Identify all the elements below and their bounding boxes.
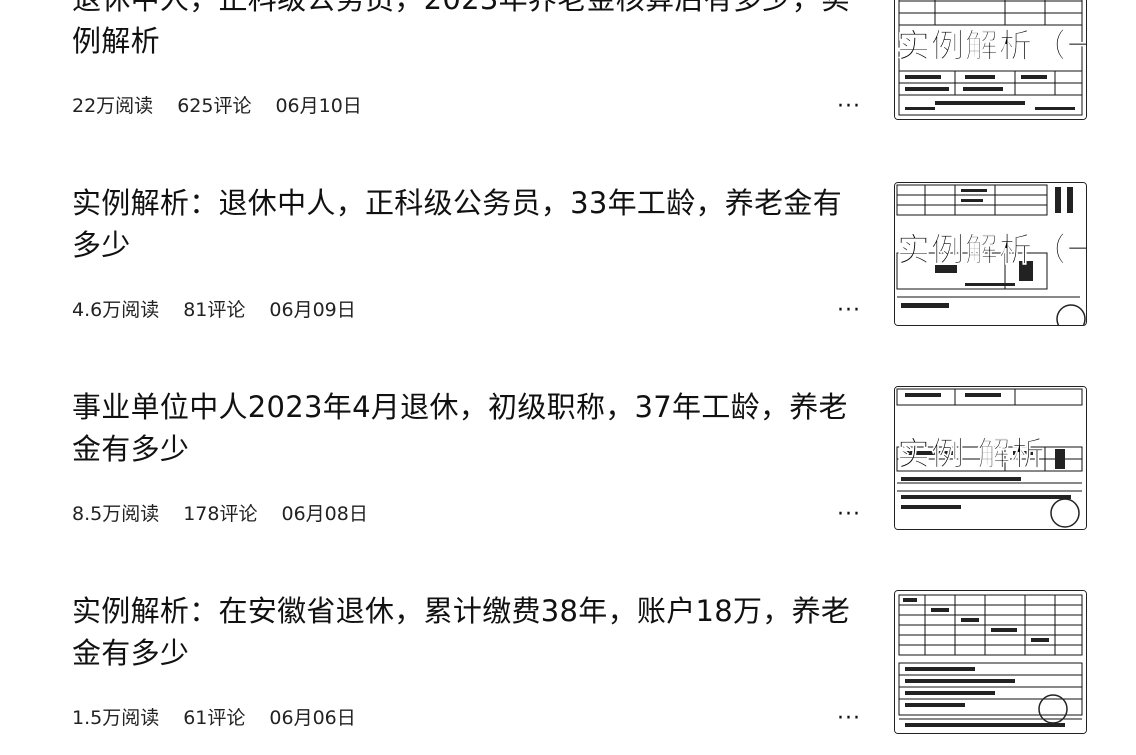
article-title[interactable]: 事业单位中人2023年4月退休，初级职称，37年工龄，养老金有多少 <box>72 386 862 470</box>
article-meta: 22万阅读 625评论 06月10日 <box>72 94 362 118</box>
publish-date: 06月09日 <box>269 299 356 321</box>
comment-count: 61评论 <box>183 707 246 729</box>
read-count: 1.5万阅读 <box>72 707 160 729</box>
article-title[interactable]: 实例解析：在安徽省退休，累计缴费38年，账户18万，养老金有多少 <box>72 590 862 674</box>
document-scan-image <box>895 591 1086 733</box>
publish-date: 06月06日 <box>269 707 356 729</box>
article-thumbnail[interactable]: 实例解析（一 <box>894 182 1087 326</box>
comment-count: 625评论 <box>177 95 252 117</box>
article-thumbnail[interactable]: 实例 解析 <box>894 386 1087 530</box>
article-thumbnail[interactable]: 实例解析（一 <box>894 0 1087 120</box>
article-meta: 4.6万阅读 81评论 06月09日 <box>72 298 356 322</box>
more-options-button[interactable]: ··· <box>834 504 864 528</box>
publish-date: 06月08日 <box>281 503 368 525</box>
thumbnail-caption: 实例解析（一 <box>897 26 1087 66</box>
article-card[interactable]: 事业单位中人2023年4月退休，初级职称，37年工龄，养老金有多少 8.5万阅读… <box>0 386 1136 536</box>
comment-count: 81评论 <box>183 299 246 321</box>
article-meta: 8.5万阅读 178评论 06月08日 <box>72 502 368 526</box>
article-card[interactable]: 实例解析：退休中人，正科级公务员，33年工龄，养老金有多少 4.6万阅读 81评… <box>0 182 1136 332</box>
read-count: 22万阅读 <box>72 95 154 117</box>
article-title[interactable]: 退休中人，正科级公务员，2023年养老金核算后有多少，实例解析 <box>72 0 862 62</box>
comment-count: 178评论 <box>183 503 258 525</box>
publish-date: 06月10日 <box>275 95 362 117</box>
more-options-button[interactable]: ··· <box>834 708 864 732</box>
article-thumbnail[interactable] <box>894 590 1087 734</box>
article-title[interactable]: 实例解析：退休中人，正科级公务员，33年工龄，养老金有多少 <box>72 182 862 266</box>
read-count: 8.5万阅读 <box>72 503 160 525</box>
article-card[interactable]: 实例解析：在安徽省退休，累计缴费38年，账户18万，养老金有多少 1.5万阅读 … <box>0 590 1136 740</box>
thumbnail-caption: 实例解析（一 <box>897 230 1087 270</box>
article-card[interactable]: 退休中人，正科级公务员，2023年养老金核算后有多少，实例解析 22万阅读 62… <box>0 0 1136 128</box>
article-meta: 1.5万阅读 61评论 06月06日 <box>72 706 356 730</box>
read-count: 4.6万阅读 <box>72 299 160 321</box>
more-options-button[interactable]: ··· <box>834 300 864 324</box>
more-options-button[interactable]: ··· <box>834 96 864 120</box>
article-feed: 退休中人，正科级公务员，2023年养老金核算后有多少，实例解析 22万阅读 62… <box>0 0 1136 755</box>
thumbnail-caption: 实例 解析 <box>897 434 1046 474</box>
